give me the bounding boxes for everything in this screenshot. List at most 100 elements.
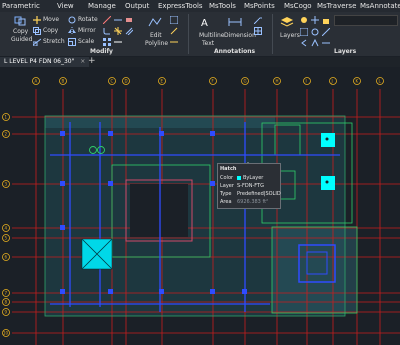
move-button[interactable]: Move bbox=[43, 16, 59, 23]
edit-polyline-icon[interactable] bbox=[148, 16, 162, 28]
offset-icon[interactable] bbox=[125, 27, 133, 35]
edit-polyline-label-2[interactable]: Polyline bbox=[145, 40, 168, 47]
grid-bubble-label: I bbox=[306, 79, 307, 84]
menu-manage[interactable]: Manage bbox=[88, 2, 116, 10]
layer-previous-icon[interactable] bbox=[300, 39, 308, 47]
tooltip-value: S-FDN-FTG bbox=[237, 183, 264, 189]
mirror-button[interactable]: Mirror bbox=[78, 27, 96, 34]
menu-mscogo[interactable]: MsCogo bbox=[284, 2, 312, 10]
tooltip-key: Layer bbox=[220, 183, 234, 189]
menu-expresstools[interactable]: ExpressTools bbox=[158, 2, 203, 10]
column bbox=[210, 181, 215, 186]
column bbox=[60, 181, 65, 186]
layer-off-icon[interactable] bbox=[311, 28, 319, 36]
stretch-button[interactable]: Stretch bbox=[43, 38, 65, 45]
column bbox=[60, 131, 65, 136]
copy-guided-label-2[interactable]: Guided bbox=[11, 36, 32, 43]
layer-merge-icon[interactable] bbox=[322, 39, 330, 47]
menu-parametric[interactable]: Parametric bbox=[2, 2, 40, 10]
ribbon: Copy Guided Move Copy Stretch Rotate Mir… bbox=[0, 12, 400, 56]
drawing-tab-title[interactable]: L LEVEL P4 FDN 06_30" bbox=[4, 58, 74, 65]
column bbox=[242, 289, 247, 294]
menu-mstraverse[interactable]: MsTraverse bbox=[317, 2, 356, 10]
edit-polyline-label-1[interactable]: Edit bbox=[150, 32, 162, 39]
column bbox=[159, 131, 164, 136]
foundation-hatch bbox=[272, 227, 357, 313]
lengthen-icon[interactable] bbox=[170, 38, 178, 46]
copy-button[interactable]: Copy bbox=[43, 27, 58, 34]
mirror-icon[interactable] bbox=[68, 27, 76, 35]
drawing-tab[interactable]: L LEVEL P4 FDN 06_30" × bbox=[0, 57, 90, 67]
join-icon[interactable] bbox=[114, 38, 122, 46]
properties-icon[interactable] bbox=[170, 16, 178, 24]
multiline-text-label-1[interactable]: Multiline bbox=[199, 32, 225, 39]
drawing-canvas[interactable]: A B C D E F G H I J K L 1 2 3 4 5 6 7 8 … bbox=[0, 67, 400, 345]
trim-icon[interactable] bbox=[103, 16, 111, 24]
grid-bubble-label: H bbox=[276, 79, 279, 84]
layer-isolate-icon[interactable] bbox=[300, 28, 308, 36]
layers-icon[interactable] bbox=[280, 16, 294, 28]
copy-guided-icon[interactable] bbox=[14, 16, 26, 26]
copy-icon[interactable] bbox=[33, 27, 41, 35]
dimension-icon[interactable] bbox=[228, 16, 242, 28]
menu-bar: Parametric View Manage Output ExpressToo… bbox=[0, 0, 400, 12]
close-icon[interactable]: × bbox=[80, 58, 85, 65]
pier-center bbox=[325, 180, 329, 184]
grid-bubble-label: C bbox=[111, 79, 114, 84]
scale-icon[interactable] bbox=[68, 38, 76, 46]
match-icon[interactable] bbox=[170, 27, 178, 35]
grid-bubble-label: 10 bbox=[3, 331, 9, 336]
tooltip-key: Color bbox=[220, 175, 234, 181]
column bbox=[108, 131, 113, 136]
fillet-icon[interactable] bbox=[103, 27, 111, 35]
layer-walk-icon[interactable] bbox=[311, 39, 319, 47]
annotations-group-label: Annotations bbox=[214, 48, 256, 55]
tooltip-value: Predefined|SOLID bbox=[237, 191, 281, 197]
scale-button[interactable]: Scale bbox=[78, 38, 94, 45]
color-swatch bbox=[237, 175, 241, 180]
column bbox=[60, 289, 65, 294]
top-grid-bubbles: A B C D E F G H I J K L bbox=[32, 77, 384, 85]
multiline-text-icon[interactable]: A bbox=[200, 16, 212, 28]
menu-view[interactable]: View bbox=[57, 2, 74, 10]
tooltip-value: ByLayer bbox=[243, 175, 264, 181]
add-tab-button[interactable]: + bbox=[88, 56, 96, 66]
rotate-icon[interactable] bbox=[68, 16, 76, 24]
layer-lock-icon[interactable] bbox=[322, 16, 330, 24]
menu-mspoints[interactable]: MsPoints bbox=[244, 2, 275, 10]
menu-mstools[interactable]: MsTools bbox=[209, 2, 236, 10]
stretch-icon[interactable] bbox=[33, 38, 41, 46]
extend-icon[interactable] bbox=[114, 16, 122, 24]
floor-hatch-strip bbox=[45, 116, 275, 128]
table-icon[interactable] bbox=[254, 27, 262, 35]
ribbon-separator bbox=[188, 14, 189, 54]
pit-opening bbox=[130, 184, 188, 237]
layers-button[interactable]: Layers bbox=[280, 32, 300, 39]
explode-icon[interactable] bbox=[114, 27, 122, 35]
tooltip-title: Hatch bbox=[220, 166, 237, 172]
grid-bubble-label: G bbox=[244, 79, 247, 84]
left-grid-bubbles: 1 2 3 4 5 6 7 8 9 10 bbox=[2, 113, 10, 337]
menu-msannotate[interactable]: MsAnnotate bbox=[360, 2, 400, 10]
svg-text:A: A bbox=[201, 18, 208, 28]
array-icon[interactable] bbox=[103, 38, 111, 46]
grid-bubble-label: K bbox=[356, 79, 359, 84]
column bbox=[210, 131, 215, 136]
layer-match-icon[interactable] bbox=[322, 28, 330, 36]
move-icon[interactable] bbox=[33, 16, 41, 24]
grid-bubble-label: B bbox=[62, 79, 65, 84]
layers-group-label: Layers bbox=[334, 48, 357, 55]
column bbox=[108, 289, 113, 294]
rotate-button[interactable]: Rotate bbox=[78, 16, 98, 23]
multiline-text-label-2[interactable]: Text bbox=[202, 40, 214, 47]
layer-freeze-icon[interactable] bbox=[311, 16, 319, 24]
menu-output[interactable]: Output bbox=[125, 2, 149, 10]
layer-dropdown[interactable] bbox=[334, 15, 398, 26]
tooltip-key: Type bbox=[220, 191, 232, 197]
erase-icon[interactable] bbox=[125, 16, 133, 24]
leader-icon[interactable] bbox=[254, 16, 262, 24]
layer-on-icon[interactable] bbox=[300, 16, 308, 24]
copy-guided-label-1[interactable]: Copy bbox=[13, 28, 28, 35]
dimension-button[interactable]: Dimension bbox=[224, 32, 256, 39]
ribbon-separator bbox=[272, 14, 273, 54]
